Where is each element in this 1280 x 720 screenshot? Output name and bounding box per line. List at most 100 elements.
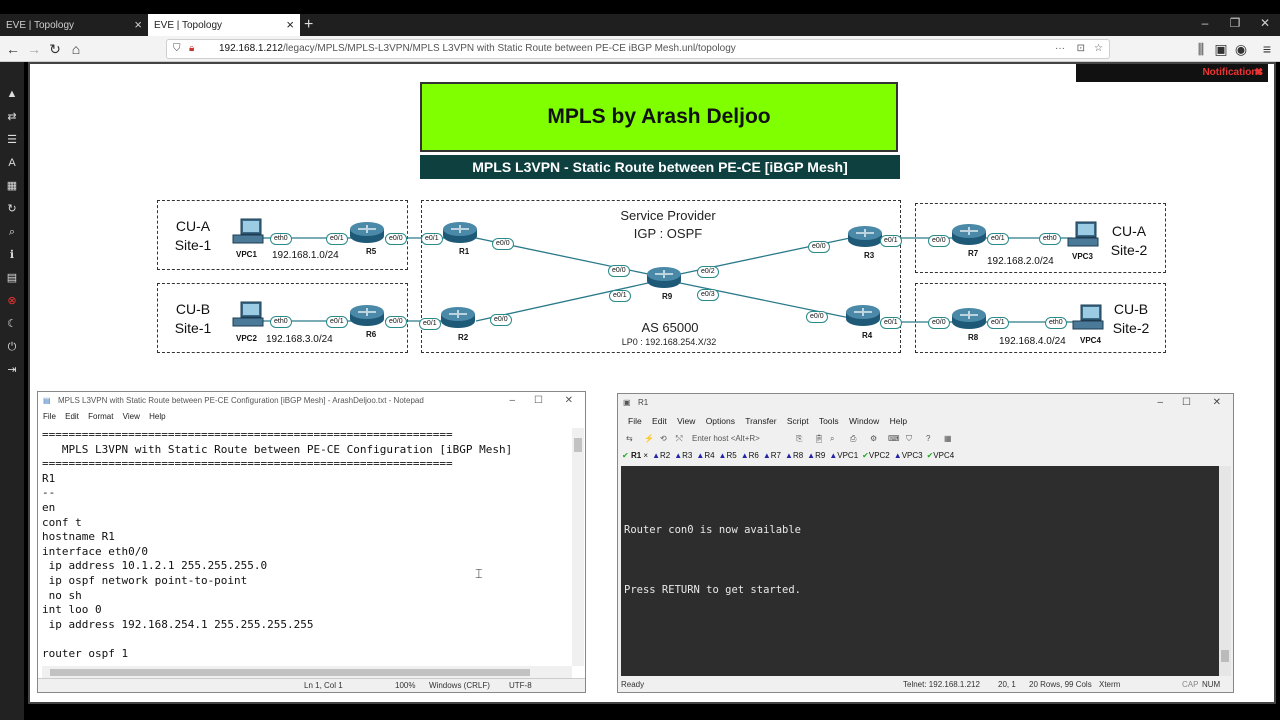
session-tab-r1[interactable]: ✔ R1 × <box>622 448 648 464</box>
terminal-titlebar[interactable]: ▣ R1 – ☐ ✕ <box>618 394 1233 412</box>
notepad-menu[interactable]: File Edit Format View Help <box>38 410 585 424</box>
notepad-titlebar[interactable]: ▤ MPLS L3VPN with Static Route between P… <box>38 392 585 410</box>
reconnect-icon[interactable]: ⟲ <box>660 430 667 447</box>
sp-label-line: IGP : OSPF <box>633 226 703 241</box>
sftp-icon[interactable]: ⛉ <box>906 430 912 447</box>
pc-vpc4[interactable] <box>1071 304 1105 332</box>
warning-icon: ▲ <box>893 451 902 460</box>
session-tab-label: VPC3 <box>901 451 923 460</box>
router-r1[interactable] <box>442 221 478 244</box>
router-r9[interactable] <box>646 266 682 289</box>
session-tab-r5[interactable]: ▲R5 <box>719 448 737 464</box>
terminal-menu[interactable]: File Edit View Options Transfer Script T… <box>618 414 1233 429</box>
minimize-icon[interactable]: – <box>509 392 515 410</box>
status-size: 20 Rows, 99 Cols <box>1029 680 1092 689</box>
router-r3[interactable] <box>847 225 883 248</box>
pc-vpc2[interactable] <box>231 301 265 329</box>
pc-vpc3[interactable] <box>1066 221 1100 249</box>
paste-icon[interactable]: 📋︎ <box>814 430 824 447</box>
session-tab-vpc3[interactable]: ▲VPC3 <box>894 448 923 464</box>
status-caps: CAP <box>1182 680 1199 689</box>
router-r5[interactable] <box>349 221 385 244</box>
vertical-scrollbar[interactable] <box>1219 466 1231 676</box>
disconnect-icon[interactable]: ⤲ <box>676 430 682 447</box>
node-label: R6 <box>366 330 377 339</box>
node-label: R3 <box>864 251 875 260</box>
router-r7[interactable] <box>951 223 987 246</box>
session-tab-r3[interactable]: ▲R3 <box>674 448 692 464</box>
status-ready: Ready <box>621 680 645 689</box>
vertical-scrollbar[interactable] <box>572 428 584 666</box>
session-tab-r9[interactable]: ▲R9 <box>807 448 825 464</box>
node-label: R7 <box>968 249 979 258</box>
iface-badge: e0/0 <box>385 316 407 328</box>
session-tab-r6[interactable]: ▲R6 <box>741 448 759 464</box>
as-label: AS 65000 <box>641 320 699 335</box>
maximize-icon[interactable]: ☐ <box>1182 394 1191 412</box>
terminal-statusbar: Ready Telnet: 192.168.1.212 20, 1 20 Row… <box>618 678 1233 692</box>
iface-badge: e0/1 <box>987 317 1009 329</box>
minimize-icon[interactable]: – <box>1157 394 1163 412</box>
iface-badge: e0/2 <box>697 266 719 278</box>
text-cursor-icon: ⌶ <box>475 566 483 581</box>
session-tab-r4[interactable]: ▲R4 <box>696 448 714 464</box>
status-eol: Windows (CRLF) <box>429 681 490 690</box>
settings-icon[interactable]: ⚙ <box>870 430 877 447</box>
notepad-text-area[interactable]: ========================================… <box>42 428 572 660</box>
close-icon[interactable]: ✕ <box>1213 394 1221 412</box>
status-position: Ln 1, Col 1 <box>304 681 343 690</box>
scroll-thumb[interactable] <box>50 669 530 676</box>
connect-icon[interactable]: ⇆ <box>626 430 633 447</box>
close-icon[interactable]: × <box>643 451 648 460</box>
terminal-screen[interactable]: Router con0 is now available Press RETUR… <box>621 466 1219 676</box>
node-label: R8 <box>968 333 979 342</box>
help-icon[interactable]: ? <box>926 430 930 447</box>
pc-vpc1[interactable] <box>231 218 265 246</box>
node-label: R9 <box>662 292 673 301</box>
session-tab-vpc4[interactable]: ✔VPC4 <box>927 448 955 464</box>
horizontal-scrollbar[interactable] <box>42 666 572 678</box>
node-label: R4 <box>862 331 873 340</box>
net-label: 192.168.2.0/24 <box>987 256 1054 267</box>
node-label: R2 <box>458 333 469 342</box>
quick-connect-icon[interactable]: ⚡ <box>644 430 654 447</box>
close-icon[interactable]: ✕ <box>565 392 573 410</box>
session-tab-r2[interactable]: ▲R2 <box>652 448 670 464</box>
host-input[interactable]: Enter host <Alt+R> <box>692 430 760 447</box>
router-r2[interactable] <box>440 306 476 329</box>
print-icon[interactable]: ⎙ <box>850 430 856 447</box>
iface-badge: eth0 <box>1039 233 1061 245</box>
zone-label-cua2: CU-A Site-2 <box>1089 222 1169 260</box>
iface-badge: eth0 <box>270 233 292 245</box>
router-r6[interactable] <box>349 304 385 327</box>
session-tab-vpc2[interactable]: ✔VPC2 <box>862 448 890 464</box>
iface-badge: e0/1 <box>419 318 441 330</box>
terminal-app-icon: ▣ <box>623 398 631 407</box>
find-icon[interactable]: ⌕ <box>830 430 834 447</box>
session-tab-label: R2 <box>660 451 671 460</box>
copy-icon[interactable]: ⎘ <box>796 430 802 447</box>
router-r4[interactable] <box>845 304 881 327</box>
net-label: 192.168.1.0/24 <box>272 250 339 261</box>
session-tab-r7[interactable]: ▲R7 <box>763 448 781 464</box>
iface-badge: e0/1 <box>326 233 348 245</box>
session-tab-label: VPC2 <box>868 451 890 460</box>
app-icon[interactable]: ▦ <box>944 430 952 447</box>
maximize-icon[interactable]: ☐ <box>534 392 543 410</box>
session-tab-vpc1[interactable]: ▲VPC1 <box>829 448 858 464</box>
session-tab-r8[interactable]: ▲R8 <box>785 448 803 464</box>
warning-icon: ▲ <box>785 451 793 460</box>
session-tab-label: VPC1 <box>837 451 859 460</box>
notepad-statusbar: Ln 1, Col 1 100% Windows (CRLF) UTF-8 <box>38 678 585 692</box>
router-r8[interactable] <box>951 307 987 330</box>
warning-icon: ▲ <box>807 451 816 460</box>
zone-label-line: Site-1 <box>174 237 212 253</box>
scroll-thumb[interactable] <box>574 438 582 452</box>
scroll-thumb[interactable] <box>1221 650 1229 662</box>
check-icon: ✔ <box>862 451 869 460</box>
keymap-icon[interactable]: ⌨ <box>888 430 900 447</box>
net-label: 192.168.4.0/24 <box>999 336 1066 347</box>
zone-label-cua1: CU-A Site-1 <box>153 217 233 255</box>
notepad-icon: ▤ <box>43 396 51 405</box>
session-tab-label: R4 <box>704 451 715 460</box>
